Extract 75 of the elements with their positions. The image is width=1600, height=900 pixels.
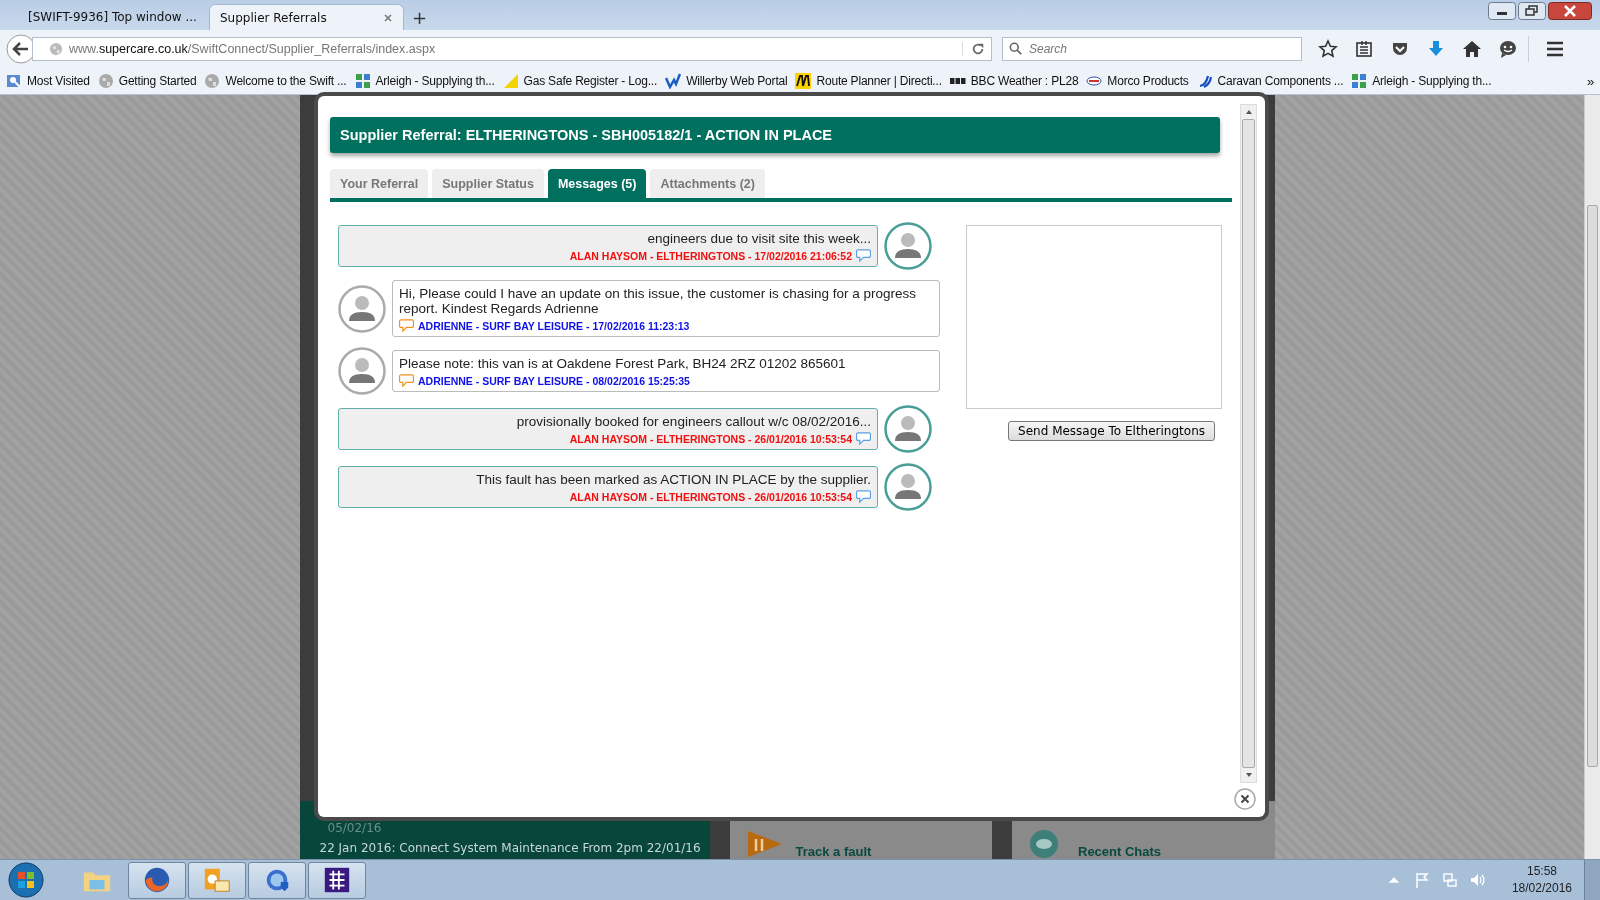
search-field[interactable]: Search bbox=[1002, 37, 1302, 61]
close-icon[interactable] bbox=[1548, 2, 1592, 20]
avatar-icon bbox=[884, 405, 932, 453]
message-text: provisionally booked for engineers callout w/c 08/02/2016... bbox=[516, 414, 871, 429]
bookmark-page-icon bbox=[6, 73, 22, 89]
bookmark-link[interactable]: Welcome to the Swift ... bbox=[204, 73, 347, 89]
message-author: ALAN HAYSOM - ELTHERINGTONS - 26/01/2016 10:53:54 bbox=[569, 490, 852, 503]
message-field[interactable] bbox=[966, 225, 1222, 409]
avatar-icon bbox=[338, 284, 386, 333]
bookmark-link[interactable]: BBC Weather : PL28 bbox=[949, 73, 1079, 89]
bookmark-link[interactable]: Getting Started bbox=[97, 73, 197, 89]
close-icon[interactable] bbox=[1234, 788, 1256, 810]
reading-list-icon[interactable] bbox=[1354, 39, 1374, 59]
speech-bubble-icon bbox=[856, 490, 871, 503]
scrollbar[interactable] bbox=[1240, 104, 1257, 783]
grid-icon bbox=[322, 865, 352, 895]
clock-date[interactable]: 18/02/2016 bbox=[1511, 880, 1572, 897]
star-icon[interactable] bbox=[1318, 39, 1338, 59]
browser-tab[interactable]: [SWIFT-9936] Top window ... bbox=[12, 4, 207, 30]
speech-bubble-icon bbox=[399, 374, 414, 387]
new-tab-button[interactable]: + bbox=[406, 4, 434, 30]
avatar-icon bbox=[338, 347, 386, 395]
tab[interactable]: Attachments (2) bbox=[650, 169, 765, 198]
message-author: ALAN HAYSOM - ELTHERINGTONS - 26/01/2016 10:53:54 bbox=[569, 432, 852, 445]
bookmark-link[interactable]: Arleigh - Supplying th... bbox=[354, 73, 495, 89]
bookmark-link[interactable]: Route Planner | Directi... bbox=[795, 73, 942, 89]
home-icon[interactable] bbox=[1462, 39, 1482, 59]
bookmark-link[interactable]: Morco Products bbox=[1086, 73, 1189, 89]
tab[interactable]: Messages (5) bbox=[547, 169, 647, 198]
speech-bubble-icon bbox=[399, 319, 414, 332]
bookmark-link[interactable]: Willerby Web Portal bbox=[665, 73, 788, 89]
triangle-icon bbox=[502, 73, 519, 89]
message-author: ADRIENNE - SURF BAY LEISURE - 17/02/2016 11:23:13 bbox=[418, 319, 690, 332]
scrollbar[interactable] bbox=[1584, 95, 1600, 859]
news-date: 05/02/16 bbox=[326, 821, 383, 835]
message-author: ALAN HAYSOM - ELTHERINGTONS - 17/02/2016 21:06:52 bbox=[569, 249, 852, 262]
more-bookmarks-button[interactable]: » bbox=[1586, 73, 1594, 89]
start-button[interactable] bbox=[8, 862, 44, 898]
bookmark-link[interactable]: Caravan Components ... bbox=[1196, 73, 1344, 89]
tiles-icon bbox=[354, 73, 371, 89]
speech-bubble-icon bbox=[856, 249, 871, 262]
tab[interactable]: Supplier Status bbox=[432, 169, 544, 198]
avatar-icon bbox=[884, 463, 932, 511]
bookmark-link[interactable]: Most Visited bbox=[6, 73, 90, 89]
bookmark-link[interactable]: Gas Safe Register - Log... bbox=[502, 73, 658, 89]
message-text: Hi, Please could I have an update on this issue, the customer is chasing for a progress report. Kindest Regards Adrienne bbox=[399, 286, 918, 316]
taskbar-item[interactable] bbox=[308, 861, 366, 899]
chat-icon[interactable] bbox=[1498, 39, 1518, 59]
dialog-title: Supplier Referral: ELTHERINGTONS - SBH005182/1 - ACTION IN PLACE bbox=[330, 117, 1220, 153]
avatar-icon bbox=[884, 222, 932, 270]
oval-logo-icon bbox=[1086, 73, 1103, 89]
message-text: Please note: this van is at Oakdene Forest Park, BH24 2RZ 01202 865601 bbox=[399, 356, 846, 371]
menu-icon[interactable] bbox=[1545, 39, 1565, 59]
tab[interactable]: Your Referral bbox=[330, 169, 429, 198]
square-logo-icon bbox=[795, 73, 812, 89]
globe-icon bbox=[97, 73, 114, 89]
tiles-icon bbox=[1351, 73, 1368, 89]
browser-tab[interactable]: Supplier Referrals bbox=[209, 4, 404, 30]
message-text: engineers due to visit site this week... bbox=[647, 231, 871, 246]
message-author: ADRIENNE - SURF BAY LEISURE - 08/02/2016 15:25:35 bbox=[418, 374, 690, 387]
globe-icon bbox=[204, 73, 221, 89]
search-icon bbox=[1009, 42, 1023, 56]
message-text: This fault has been marked as ACTION IN PLACE by the supplier. bbox=[476, 472, 871, 487]
address-field[interactable]: www.supercare.co.uk/SwiftConnect/Supplier_Referrals/index.aspx bbox=[32, 37, 992, 61]
w-mark-icon bbox=[665, 73, 682, 89]
speech-bubble-icon bbox=[856, 432, 871, 445]
news-item[interactable]: 22 Jan 2016: Connect System Maintenance From 2pm 22/01/16 bbox=[319, 841, 701, 855]
restore-icon[interactable] bbox=[1518, 2, 1546, 20]
minimize-icon[interactable] bbox=[1488, 2, 1516, 20]
clock-time[interactable]: 15:58 bbox=[1526, 863, 1557, 880]
globe-icon bbox=[49, 42, 63, 56]
browser-icon bbox=[142, 865, 172, 895]
bookmark-link[interactable]: Arleigh - Supplying th... bbox=[1351, 73, 1492, 89]
reload-icon[interactable] bbox=[962, 42, 985, 56]
send-message-button[interactable]: Send Message To Eltheringtons bbox=[1008, 421, 1215, 441]
